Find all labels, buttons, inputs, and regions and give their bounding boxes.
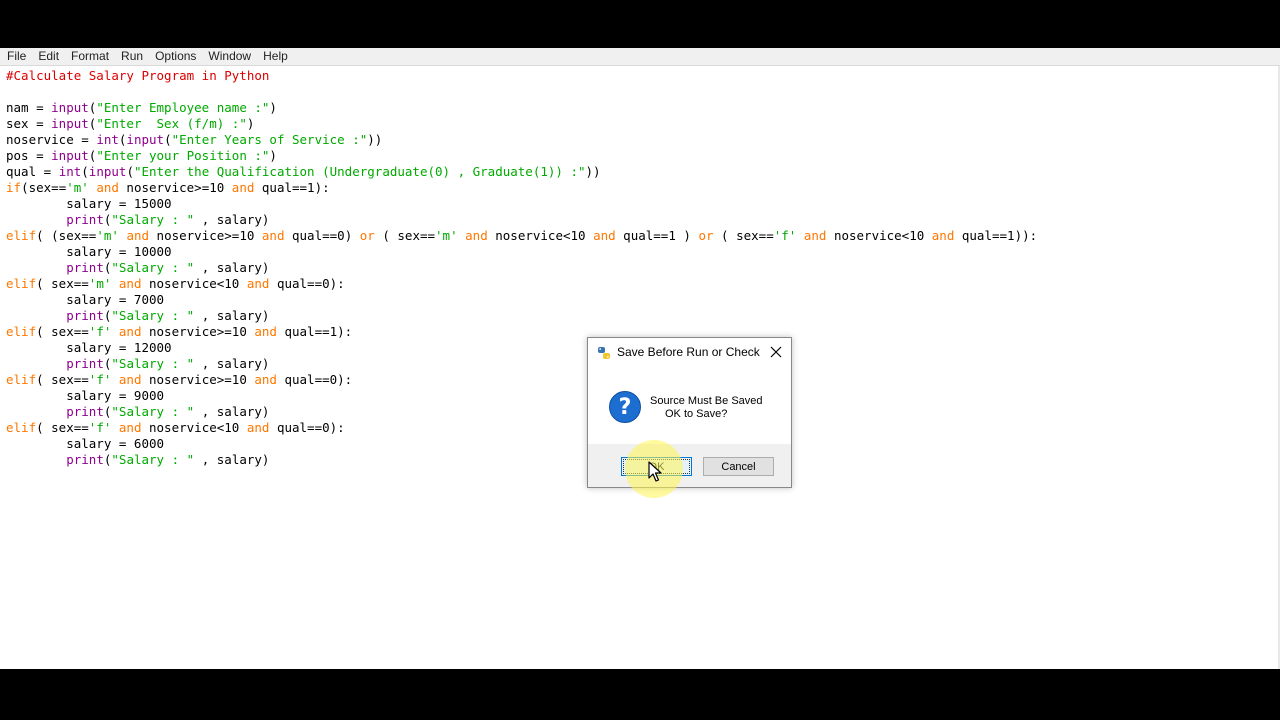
cancel-button-label: Cancel [721, 460, 756, 473]
code-line[interactable]: salary = 6000 [6, 436, 164, 452]
save-dialog: Save Before Run or Check ? Source Must B… [587, 337, 792, 488]
code-line[interactable]: print("Salary : " , salary) [6, 452, 269, 468]
code-line[interactable]: salary = 7000 [6, 292, 164, 308]
code-line[interactable]: qual = int(input("Enter the Qualificatio… [6, 164, 601, 180]
code-line[interactable]: salary = 15000 [6, 196, 171, 212]
menu-options[interactable]: Options [149, 48, 202, 65]
code-line[interactable]: elif( sex=='f' and noservice<10 and qual… [6, 420, 345, 436]
dialog-footer: OK Cancel [588, 444, 791, 487]
code-line[interactable]: print("Salary : " , salary) [6, 308, 269, 324]
dialog-title-bar[interactable]: Save Before Run or Check [588, 338, 791, 366]
code-line[interactable]: print("Salary : " , salary) [6, 212, 269, 228]
code-line[interactable]: salary = 9000 [6, 388, 164, 404]
code-line[interactable]: pos = input("Enter your Position :") [6, 148, 277, 164]
focus-ring [623, 459, 690, 474]
question-icon: ? [609, 391, 641, 423]
menu-edit[interactable]: Edit [32, 48, 65, 65]
code-line[interactable]: salary = 12000 [6, 340, 171, 356]
code-line[interactable]: #Calculate Salary Program in Python [6, 68, 269, 84]
code-line[interactable]: elif( (sex=='m' and noservice>=10 and qu… [6, 228, 1037, 244]
code-line[interactable]: noservice = int(input("Enter Years of Se… [6, 132, 382, 148]
python-app-icon [598, 347, 610, 359]
menu-format[interactable]: Format [65, 48, 115, 65]
ok-button[interactable]: OK [621, 457, 692, 476]
code-line[interactable]: sex = input("Enter Sex (f/m) :") [6, 116, 254, 132]
dialog-message-line1: Source Must Be Saved [650, 395, 763, 407]
code-line[interactable]: print("Salary : " , salary) [6, 404, 269, 420]
code-line[interactable]: print("Salary : " , salary) [6, 356, 269, 372]
code-line[interactable]: nam = input("Enter Employee name :") [6, 100, 277, 116]
cancel-button[interactable]: Cancel [703, 457, 774, 476]
code-line[interactable]: salary = 10000 [6, 244, 171, 260]
menu-file[interactable]: File [0, 48, 32, 65]
dialog-body: ? Source Must Be Saved OK to Save? [588, 366, 791, 444]
close-icon[interactable] [767, 343, 785, 361]
menu-bar: File Edit Format Run Options Window Help [0, 48, 1280, 66]
code-line[interactable]: elif( sex=='f' and noservice>=10 and qua… [6, 324, 352, 340]
code-line[interactable]: print("Salary : " , salary) [6, 260, 269, 276]
code-line[interactable]: elif( sex=='f' and noservice>=10 and qua… [6, 372, 352, 388]
screen: File Edit Format Run Options Window Help… [0, 0, 1280, 720]
code-line[interactable]: if(sex=='m' and noservice>=10 and qual==… [6, 180, 330, 196]
dialog-title: Save Before Run or Check [617, 345, 760, 359]
menu-run[interactable]: Run [115, 48, 149, 65]
menu-help[interactable]: Help [257, 48, 294, 65]
menu-window[interactable]: Window [202, 48, 257, 65]
code-line[interactable]: elif( sex=='m' and noservice<10 and qual… [6, 276, 345, 292]
dialog-message-line2: OK to Save? [665, 408, 728, 420]
